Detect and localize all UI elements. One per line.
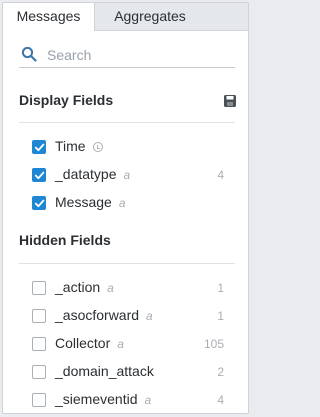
field-checkbox[interactable] [32, 365, 46, 379]
hidden-fields-heading: Hidden Fields [19, 232, 111, 248]
display-fields-heading: Display Fields [19, 92, 114, 108]
field-type: a [118, 196, 126, 210]
field-name-label: _domain_attack [55, 363, 154, 379]
field-row[interactable]: _domain_attack 2 [3, 359, 248, 387]
field-name-label: _datatype [55, 166, 117, 182]
tab-aggregates[interactable]: Aggregates [95, 3, 205, 30]
field-type: a [144, 393, 152, 407]
field-name: Collector a [55, 335, 124, 351]
tab-messages[interactable]: Messages [3, 3, 95, 31]
clock-icon [92, 142, 103, 152]
field-count: 4 [217, 393, 224, 407]
field-type: a [107, 281, 114, 295]
field-row[interactable]: Collector a 105 [3, 331, 248, 359]
field-count: 1 [217, 281, 224, 295]
field-name: _asocforward a [55, 307, 153, 323]
divider [19, 122, 235, 123]
field-name-label: Message [55, 194, 112, 210]
field-checkbox[interactable] [32, 140, 46, 154]
field-row[interactable]: _action a 1 [3, 275, 248, 303]
field-count: 1 [217, 309, 224, 323]
field-name: _datatype a [55, 166, 130, 182]
field-checkbox[interactable] [32, 196, 46, 210]
field-type: a [123, 168, 131, 182]
check-icon [34, 171, 45, 180]
divider [19, 263, 235, 264]
field-row[interactable]: Message a [3, 190, 248, 218]
field-name-label: _action [55, 279, 101, 295]
field-count: 105 [203, 337, 224, 351]
save-icon[interactable] [224, 95, 236, 107]
field-checkbox[interactable] [32, 309, 46, 323]
field-checkbox[interactable] [32, 393, 46, 407]
search-input[interactable] [47, 44, 227, 66]
field-name: _domain_attack [55, 363, 154, 379]
field-name: _action a [55, 279, 114, 295]
field-row[interactable]: Time [3, 134, 248, 162]
field-type: a [146, 309, 153, 323]
field-checkbox[interactable] [32, 337, 46, 351]
search-bar [19, 44, 235, 68]
check-icon [34, 199, 45, 208]
tab-bar: Messages Aggregates [3, 3, 248, 31]
check-icon [34, 143, 45, 152]
field-count: 4 [217, 168, 224, 182]
field-type: a [117, 337, 124, 351]
field-name-label: Collector [55, 335, 111, 351]
field-name: Time [55, 138, 103, 154]
field-name-label: _asocforward [55, 307, 140, 323]
field-count: 2 [217, 365, 224, 379]
field-name: Message a [55, 194, 126, 210]
field-row[interactable]: _siemeventid a 4 [3, 387, 248, 413]
search-icon [21, 46, 37, 62]
field-browser-panel: Messages Aggregates Display Fields Time _… [2, 2, 249, 414]
field-checkbox[interactable] [32, 168, 46, 182]
field-name: _siemeventid a [55, 391, 151, 407]
field-row[interactable]: _datatype a 4 [3, 162, 248, 190]
field-name-label: Time [55, 138, 86, 154]
field-row[interactable]: _asocforward a 1 [3, 303, 248, 331]
field-checkbox[interactable] [32, 281, 46, 295]
field-name-label: _siemeventid [55, 391, 138, 407]
